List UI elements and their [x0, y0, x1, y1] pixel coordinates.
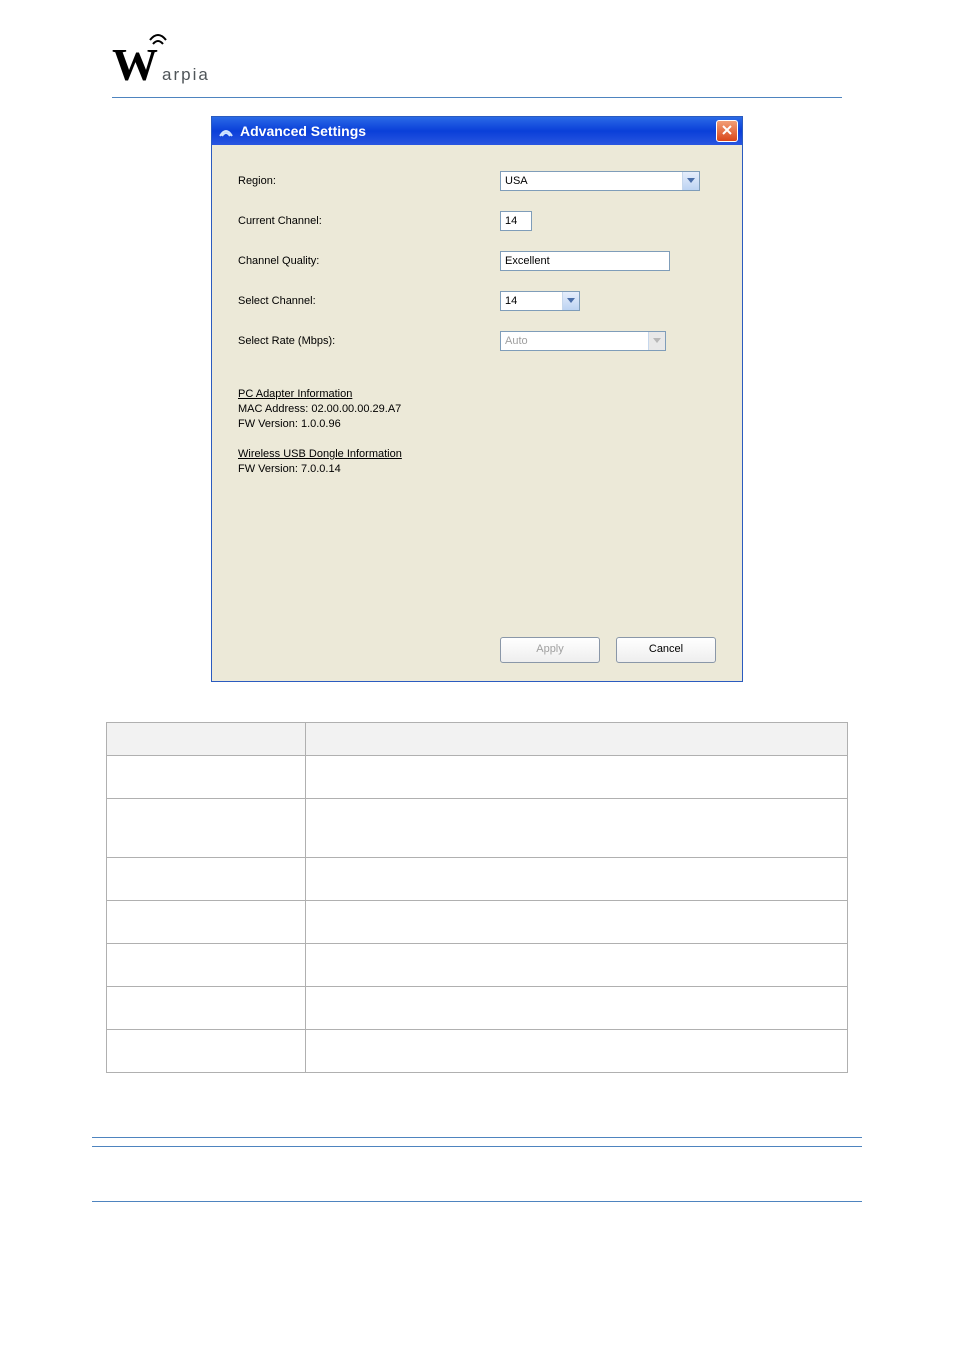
- current-channel-label: Current Channel:: [238, 215, 500, 227]
- cancel-button[interactable]: Cancel: [616, 637, 716, 663]
- select-channel-label: Select Channel:: [238, 295, 500, 307]
- select-rate-select: Auto: [500, 331, 666, 351]
- table-row: [107, 987, 848, 1030]
- dongle-fw: FW Version: 7.0.0.14: [238, 462, 716, 477]
- table-row: [107, 858, 848, 901]
- dialog-titlebar: Advanced Settings: [212, 117, 742, 145]
- region-label: Region:: [238, 175, 500, 187]
- advanced-settings-dialog: Advanced Settings Region: USA Current Ch…: [211, 116, 743, 682]
- dongle-heading: Wireless USB Dongle Information: [238, 447, 716, 462]
- channel-quality-label: Channel Quality:: [238, 255, 500, 267]
- adapter-info: PC Adapter Information MAC Address: 02.0…: [238, 387, 716, 477]
- chevron-down-icon: [682, 172, 699, 190]
- table-row: [107, 756, 848, 799]
- dialog-title: Advanced Settings: [240, 123, 366, 139]
- chevron-down-icon: [648, 332, 665, 350]
- description-table: [106, 722, 848, 1073]
- pc-adapter-mac: MAC Address: 02.00.00.00.29.A7: [238, 402, 716, 417]
- footer-divider: [92, 1201, 862, 1202]
- table-row: [107, 1030, 848, 1073]
- apply-button: Apply: [500, 637, 600, 663]
- select-rate-value: Auto: [501, 332, 648, 350]
- svg-text:arpia: arpia: [162, 65, 210, 84]
- region-select[interactable]: USA: [500, 171, 700, 191]
- close-button[interactable]: [716, 120, 738, 142]
- table-row: [107, 901, 848, 944]
- table-row: [107, 944, 848, 987]
- footer-divider: [92, 1137, 862, 1138]
- current-channel-field: 14: [500, 211, 532, 231]
- pc-adapter-fw: FW Version: 1.0.0.96: [238, 417, 716, 432]
- table-header-row: [107, 723, 848, 756]
- chevron-down-icon: [562, 292, 579, 310]
- app-icon: [218, 123, 234, 139]
- region-value: USA: [501, 172, 682, 190]
- table-row: [107, 799, 848, 858]
- header-divider: [112, 97, 842, 98]
- select-channel-select[interactable]: 14: [500, 291, 580, 311]
- pc-adapter-heading: PC Adapter Information: [238, 387, 716, 402]
- select-rate-label: Select Rate (Mbps):: [238, 335, 500, 347]
- brand-logo: W arpia: [0, 20, 954, 95]
- select-channel-value: 14: [501, 292, 562, 310]
- footer-divider: [92, 1146, 862, 1147]
- dialog-body: Region: USA Current Channel: 14 Channel …: [212, 145, 742, 681]
- svg-text:W: W: [112, 39, 158, 86]
- channel-quality-field: Excellent: [500, 251, 670, 271]
